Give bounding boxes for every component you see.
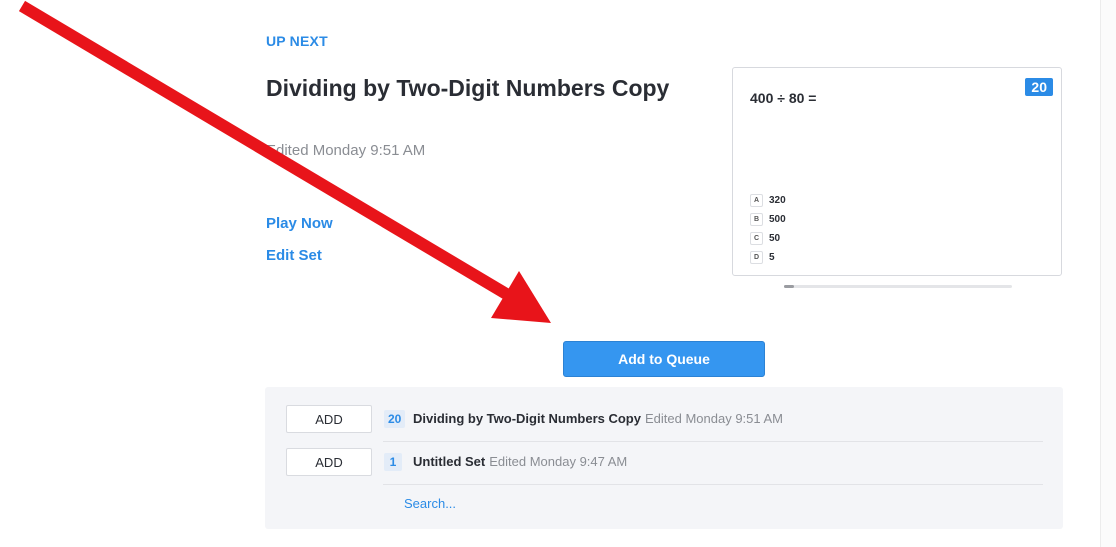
- question-count-badge: 20: [384, 410, 406, 428]
- question-preview-card[interactable]: 400 ÷ 80 = 20 A 320 B 500 C 50 D 5: [732, 67, 1062, 276]
- queue-panel: ADD 20 Dividing by Two-Digit Numbers Cop…: [265, 387, 1063, 529]
- edit-set-link[interactable]: Edit Set: [266, 247, 322, 264]
- question-count-badge: 1: [384, 453, 402, 471]
- answer-text: 5: [769, 251, 775, 263]
- add-button[interactable]: ADD: [286, 405, 372, 433]
- answer-text: 50: [769, 232, 781, 244]
- question-count-badge: 20: [1025, 78, 1053, 96]
- search-row: Search...: [265, 484, 1063, 526]
- page: UP NEXT Dividing by Two-Digit Numbers Co…: [0, 0, 1116, 547]
- edited-timestamp: Edited Monday 9:51 AM: [266, 142, 426, 159]
- queue-row: ADD 20 Dividing by Two-Digit Numbers Cop…: [265, 399, 1063, 441]
- arrow-head: [491, 271, 551, 323]
- answer-letter: D: [750, 250, 763, 264]
- set-name[interactable]: Dividing by Two-Digit Numbers Copy Edited…: [413, 411, 783, 426]
- set-title: Dividing by Two-Digit Numbers Copy: [266, 75, 670, 101]
- add-button[interactable]: ADD: [286, 448, 372, 476]
- answer-letter: C: [750, 231, 763, 245]
- set-edited-meta: Edited Monday 9:47 AM: [489, 454, 628, 469]
- set-name[interactable]: Untitled Set Edited Monday 9:47 AM: [413, 454, 627, 469]
- set-name-text: Untitled Set: [413, 454, 486, 469]
- search-link[interactable]: Search...: [404, 496, 456, 511]
- answer-list: A 320 B 500 C 50 D 5: [750, 191, 786, 267]
- answer-option: C 50: [750, 229, 786, 247]
- preview-scroll-thumb[interactable]: [784, 285, 794, 288]
- answer-text: 500: [769, 213, 786, 225]
- queue-row: ADD 1 Untitled Set Edited Monday 9:47 AM: [265, 442, 1063, 484]
- up-next-label: UP NEXT: [266, 33, 328, 49]
- answer-option: B 500: [750, 210, 786, 228]
- answer-letter: A: [750, 193, 763, 207]
- page-scrollbar[interactable]: [1100, 0, 1116, 547]
- play-now-link[interactable]: Play Now: [266, 215, 333, 232]
- answer-option: D 5: [750, 248, 786, 266]
- preview-scrollbar[interactable]: [784, 285, 1012, 288]
- preview-question-text: 400 ÷ 80 =: [750, 90, 817, 106]
- set-name-text: Dividing by Two-Digit Numbers Copy: [413, 411, 641, 426]
- add-to-queue-button[interactable]: Add to Queue: [563, 341, 765, 377]
- answer-letter: B: [750, 212, 763, 226]
- answer-text: 320: [769, 194, 786, 206]
- answer-option: A 320: [750, 191, 786, 209]
- arrow-shaft: [18, 0, 512, 301]
- set-edited-meta: Edited Monday 9:51 AM: [644, 411, 784, 426]
